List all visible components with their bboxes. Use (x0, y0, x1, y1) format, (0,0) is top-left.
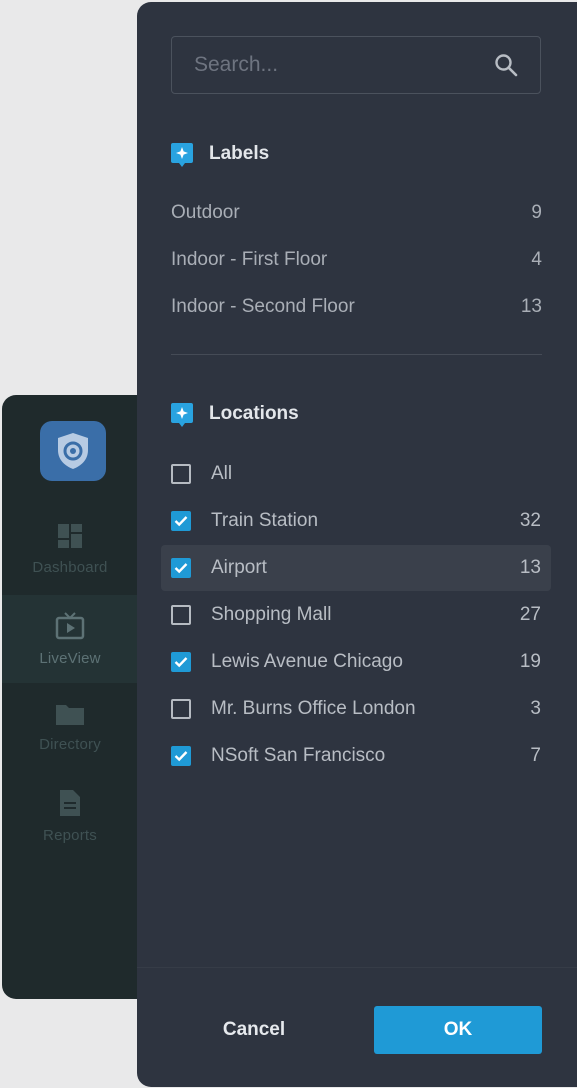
label-item-count: 9 (531, 202, 542, 223)
location-item-name: NSoft San Francisco (211, 745, 386, 766)
nav-item-label: LiveView (39, 649, 101, 667)
location-item-highlighted[interactable]: Airport 13 (161, 545, 551, 591)
check-icon (174, 657, 188, 668)
checkbox-checked[interactable] (171, 652, 191, 672)
location-item-name: Mr. Burns Office London (211, 698, 416, 719)
location-item[interactable]: NSoft San Francisco 7 (161, 733, 551, 779)
tag-icon (171, 403, 193, 427)
checkbox[interactable] (171, 464, 191, 484)
label-item-name: Indoor - Second Floor (171, 296, 355, 317)
check-icon (174, 516, 188, 527)
label-item-name: Indoor - First Floor (171, 249, 328, 270)
panel-footer: Cancel OK (137, 967, 577, 1088)
location-item-name: All (211, 463, 233, 484)
nav-item-liveview[interactable]: LiveView (2, 595, 138, 683)
checkbox[interactable] (171, 605, 191, 625)
location-item-name: Airport (211, 557, 267, 578)
location-item[interactable]: Lewis Avenue Chicago 19 (161, 639, 551, 685)
checkbox[interactable] (171, 699, 191, 719)
folder-icon (55, 702, 85, 726)
check-icon (174, 563, 188, 574)
search-box (171, 36, 541, 94)
location-item[interactable]: Shopping Mall 27 (161, 592, 551, 638)
labels-title: Labels (209, 143, 270, 164)
location-item[interactable]: Train Station 32 (161, 498, 551, 544)
check-icon (174, 751, 188, 762)
tag-icon (171, 143, 193, 167)
location-item-name: Lewis Avenue Chicago (211, 651, 403, 672)
locations-title: Locations (209, 403, 299, 424)
search-input[interactable] (172, 52, 494, 78)
ok-button[interactable]: OK (374, 1006, 542, 1054)
nav-item-label: Directory (39, 735, 101, 753)
nav-item-directory[interactable]: Directory (2, 683, 138, 771)
location-item-count: 13 (519, 557, 541, 578)
location-item[interactable]: Mr. Burns Office London 3 (161, 686, 551, 732)
document-icon (59, 789, 81, 817)
label-item[interactable]: Indoor - Second Floor 13 (171, 285, 542, 329)
location-item-all[interactable]: All (161, 451, 551, 497)
filter-panel: Labels Outdoor 9 Indoor - First Floor 4 … (137, 2, 577, 1087)
location-item-name: Train Station (211, 510, 319, 531)
location-item-name: Shopping Mall (211, 604, 332, 625)
label-item-count: 4 (531, 249, 542, 270)
section-divider (171, 354, 542, 355)
cancel-button[interactable]: Cancel (199, 1006, 309, 1054)
checkbox-checked[interactable] (171, 746, 191, 766)
nav-item-reports[interactable]: Reports (2, 772, 138, 860)
location-item-count: 19 (519, 651, 541, 672)
search-icon[interactable] (494, 53, 522, 77)
shield-icon (55, 431, 91, 471)
label-item[interactable]: Indoor - First Floor 4 (171, 238, 542, 282)
location-item-count: 3 (530, 698, 541, 719)
nav-item-label: Dashboard (32, 558, 108, 576)
label-item-name: Outdoor (171, 202, 240, 223)
tv-play-icon (55, 611, 85, 640)
locations-header: Locations (171, 403, 299, 427)
label-item-count: 13 (520, 296, 542, 317)
app-logo[interactable] (40, 421, 106, 481)
location-item-count: 7 (530, 745, 541, 766)
location-item-count: 27 (519, 604, 541, 625)
label-item[interactable]: Outdoor 9 (171, 191, 542, 235)
checkbox-checked[interactable] (171, 511, 191, 531)
nav-item-dashboard[interactable]: Dashboard (2, 505, 138, 593)
location-item-count: 32 (519, 510, 541, 531)
labels-header: Labels (171, 143, 270, 167)
dashboard-icon (57, 523, 83, 549)
checkbox-checked[interactable] (171, 558, 191, 578)
nav-item-label: Reports (43, 826, 97, 844)
